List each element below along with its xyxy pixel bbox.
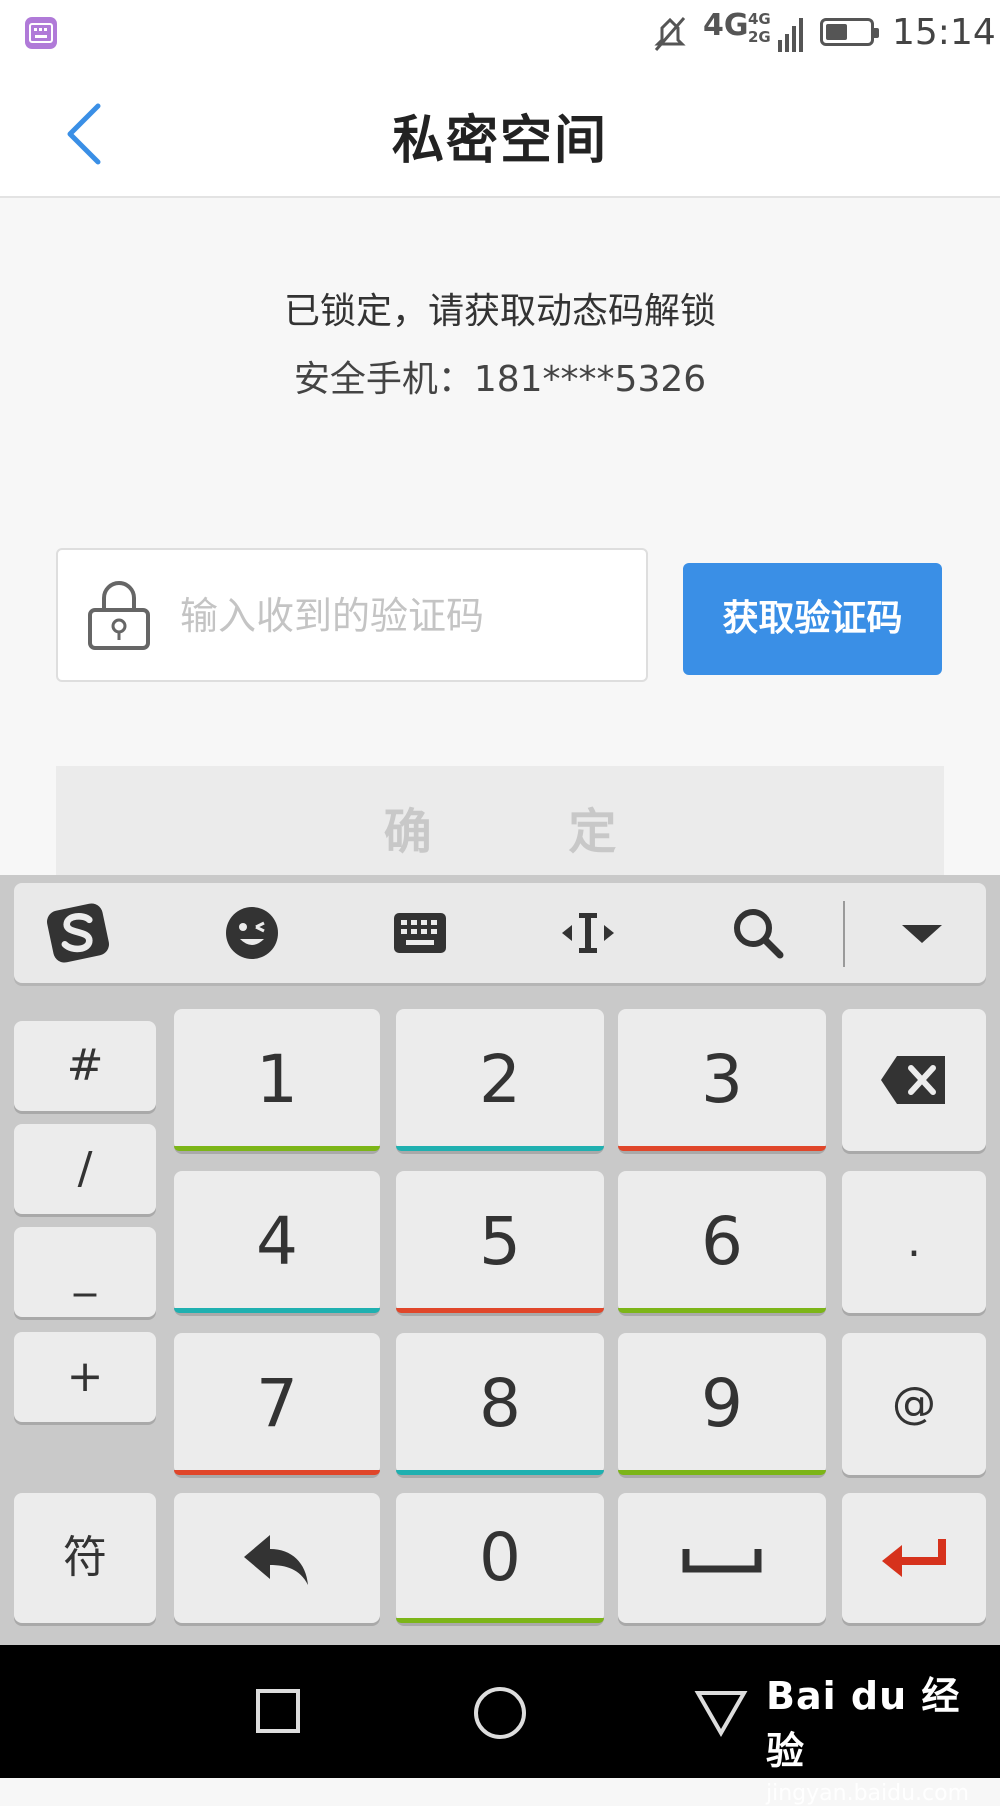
key-5[interactable]: 5 (396, 1171, 604, 1313)
confirm-button[interactable]: 确 定 (56, 766, 944, 876)
recent-apps-icon[interactable] (254, 1687, 302, 1735)
key-6[interactable]: 6 (618, 1171, 826, 1313)
key-symbols[interactable]: 符 (14, 1493, 156, 1623)
keyboard-icon[interactable] (388, 901, 452, 965)
key-2[interactable]: 2 (396, 1009, 604, 1151)
key-backspace[interactable] (842, 1009, 986, 1151)
emoji-icon[interactable] (220, 901, 284, 965)
key-0[interactable]: 0 (396, 1493, 604, 1623)
return-arrow-icon (244, 1535, 308, 1585)
backspace-icon (881, 1056, 945, 1104)
battery-icon (820, 18, 879, 46)
key-8[interactable]: 8 (396, 1333, 604, 1475)
back-triangle-icon[interactable] (694, 1687, 748, 1737)
network-4g-label: 4G (703, 8, 749, 43)
baidu-watermark: Bai du 经验 jingyan.baidu.com (766, 1665, 986, 1806)
key-4[interactable]: 4 (174, 1171, 380, 1313)
signal-icon (778, 18, 803, 52)
ime-keyboard: # / _ + 1 2 3 4 5 6 . 7 8 9 @ 符 0 (0, 875, 1000, 1645)
sogou-logo-icon[interactable] (46, 901, 110, 965)
key-hash[interactable]: # (14, 1021, 156, 1111)
key-3[interactable]: 3 (618, 1009, 826, 1151)
verification-code-input[interactable] (178, 580, 622, 652)
key-1[interactable]: 1 (174, 1009, 380, 1151)
lock-icon (88, 581, 150, 650)
key-dot[interactable]: . (842, 1171, 986, 1313)
key-space[interactable] (618, 1493, 826, 1623)
lock-message: 已锁定，请获取动态码解锁 (283, 291, 716, 332)
cursor-icon[interactable] (556, 901, 620, 965)
baidu-logo: Bai du 经验 (766, 1674, 961, 1773)
keyboard-toolbar (14, 883, 986, 983)
key-plus[interactable]: + (14, 1332, 156, 1422)
search-icon[interactable] (726, 901, 790, 965)
space-icon (682, 1549, 762, 1573)
key-underscore[interactable]: _ (14, 1227, 156, 1317)
home-icon[interactable] (472, 1685, 528, 1741)
page-title: 私密空间 (391, 111, 608, 171)
clock: 15:14 (892, 12, 996, 53)
key-enter[interactable] (842, 1493, 986, 1623)
mute-icon (654, 17, 686, 51)
key-7[interactable]: 7 (174, 1333, 380, 1475)
verification-code-field[interactable] (56, 548, 648, 682)
get-code-button[interactable]: 获取验证码 (683, 563, 942, 675)
collapse-keyboard-icon[interactable] (890, 901, 954, 965)
keyboard-app-icon (25, 17, 57, 49)
key-9[interactable]: 9 (618, 1333, 826, 1475)
status-bar: 4G 4G 2G 15:14 (0, 0, 1000, 68)
baidu-url: jingyan.baidu.com (766, 1781, 970, 1806)
security-phone: 安全手机：181****5326 (293, 359, 707, 400)
key-at[interactable]: @ (842, 1333, 986, 1475)
app-bar: 私密空间 (0, 68, 1000, 198)
enter-icon (882, 1539, 946, 1577)
network-dual-label: 4G 2G (748, 10, 771, 46)
key-slash[interactable]: / (14, 1124, 156, 1214)
key-return[interactable] (174, 1493, 380, 1623)
toolbar-separator (843, 901, 845, 967)
